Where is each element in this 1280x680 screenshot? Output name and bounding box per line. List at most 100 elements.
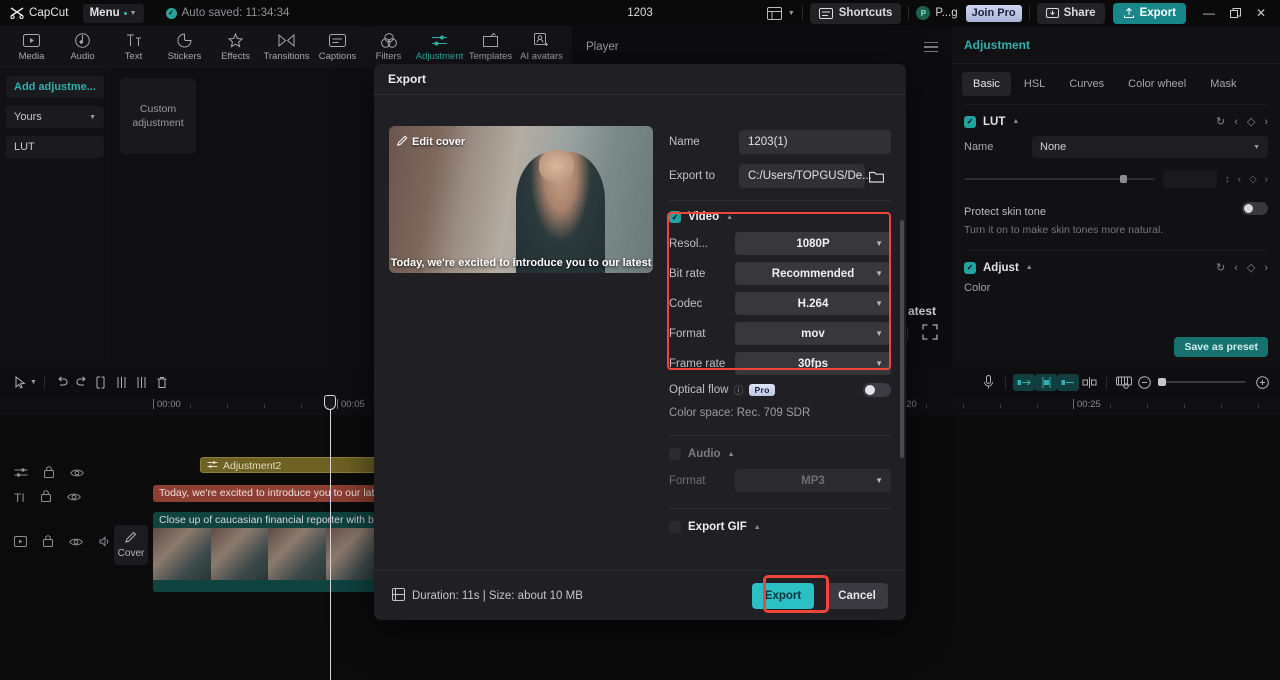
nav-item-adjustment[interactable]: Adjustment <box>414 26 465 68</box>
lut-name-select[interactable]: None ▼ <box>1032 136 1268 158</box>
lut-checkbox[interactable]: ✓ <box>964 115 976 128</box>
audio-format-select[interactable]: MP3 ▼ <box>735 469 891 492</box>
tab-basic[interactable]: Basic <box>962 72 1011 96</box>
trim-left-icon[interactable] <box>112 372 132 392</box>
zoom-in-icon[interactable] <box>1252 372 1272 392</box>
save-as-preset-button[interactable]: Save as preset <box>1174 337 1268 357</box>
audio-checkbox[interactable] <box>669 448 681 460</box>
trim-right-icon[interactable] <box>132 372 152 392</box>
menu-button[interactable]: Menu ▼ <box>82 3 144 23</box>
share-button[interactable]: Share <box>1036 2 1105 24</box>
keyframe-icon[interactable]: ◇ <box>1247 115 1255 128</box>
close-button[interactable]: ✕ <box>1248 0 1274 26</box>
zoom-out-icon[interactable] <box>1134 372 1154 392</box>
player-menu-icon[interactable] <box>924 41 938 53</box>
zoom-slider[interactable] <box>1158 378 1246 386</box>
nav-item-stickers[interactable]: Stickers <box>159 26 210 68</box>
eye-icon[interactable] <box>69 534 83 552</box>
keyframe-next-icon[interactable]: › <box>1264 116 1268 128</box>
edit-cover-button[interactable]: Edit cover <box>397 135 465 149</box>
nav-item-media[interactable]: Media <box>6 26 57 68</box>
stepper-icon[interactable]: ↕ <box>1225 174 1230 185</box>
tab-hsl[interactable]: HSL <box>1013 72 1056 96</box>
nav-item-text[interactable]: Text <box>108 26 159 68</box>
help-icon[interactable]: ⓘ <box>733 382 743 397</box>
modal-vertical-scrollbar[interactable] <box>900 220 904 458</box>
tab-curves[interactable]: Curves <box>1058 72 1115 96</box>
adjust-checkbox[interactable]: ✓ <box>964 261 976 274</box>
framerate-select[interactable]: 30fps ▼ <box>735 352 891 375</box>
video-checkbox[interactable]: ✓ <box>669 211 681 223</box>
reset-icon[interactable]: ↻ <box>1216 261 1225 274</box>
cancel-button[interactable]: Cancel <box>826 582 888 609</box>
format-select[interactable]: mov ▼ <box>735 322 891 345</box>
nav-item-audio[interactable]: Audio <box>57 26 108 68</box>
chevron-up-icon[interactable]: ▲ <box>754 524 761 531</box>
auto-cut-end-icon[interactable] <box>1057 373 1079 391</box>
cover-button[interactable]: Cover <box>114 525 148 565</box>
lock-icon[interactable] <box>44 465 54 483</box>
layout-icon[interactable] <box>762 3 788 23</box>
add-adjustment-button[interactable]: Add adjustme... <box>6 76 104 98</box>
cover-preview[interactable]: Edit cover Today, we're excited to intro… <box>389 126 653 273</box>
lock-icon[interactable] <box>43 534 53 552</box>
export-button-top[interactable]: Export <box>1112 2 1186 24</box>
keyframe-icon[interactable]: ◇ <box>1249 174 1257 185</box>
keyframe-panel-icon[interactable] <box>1114 372 1134 392</box>
split-icon[interactable] <box>92 372 112 392</box>
export-gif-checkbox[interactable] <box>669 521 681 533</box>
mirror-icon[interactable] <box>1079 372 1099 392</box>
nav-item-filters[interactable]: Filters <box>363 26 414 68</box>
chevron-up-icon[interactable]: ▲ <box>728 451 735 458</box>
nav-item-templates[interactable]: Templates <box>465 26 516 68</box>
lut-item[interactable]: LUT <box>6 136 104 158</box>
export-confirm-button[interactable]: Export <box>752 582 814 609</box>
keyframe-next-icon[interactable]: › <box>1265 174 1268 185</box>
export-to-input[interactable]: C:/Users/TOPGUS/De... <box>739 164 872 188</box>
nav-item-captions[interactable]: Captions <box>312 26 363 68</box>
keyframe-prev-icon[interactable]: ‹ <box>1238 174 1241 185</box>
nav-item-effects[interactable]: Effects <box>210 26 261 68</box>
redo-icon[interactable] <box>72 372 92 392</box>
lut-intensity-value[interactable] <box>1162 170 1217 188</box>
nav-item-transitions[interactable]: Transitions <box>261 26 312 68</box>
custom-adjustment-card[interactable]: Custom adjustment <box>120 78 196 154</box>
protect-skin-toggle[interactable] <box>1242 202 1268 215</box>
keyframe-next-icon[interactable]: › <box>1264 262 1268 274</box>
layout-chevron-icon[interactable]: ▼ <box>788 10 795 17</box>
reset-icon[interactable]: ↻ <box>1216 115 1225 128</box>
name-input[interactable]: 1203(1) <box>739 130 891 154</box>
delete-icon[interactable] <box>152 372 172 392</box>
join-pro-button[interactable]: Join Pro <box>965 4 1022 22</box>
select-tool-icon[interactable] <box>10 372 30 392</box>
chevron-up-icon[interactable]: ▲ <box>1026 264 1033 271</box>
auto-cut-start-icon[interactable] <box>1013 373 1035 391</box>
keyframe-prev-icon[interactable]: ‹ <box>1234 262 1238 274</box>
tab-mask[interactable]: Mask <box>1199 72 1247 96</box>
maximize-button[interactable] <box>1222 0 1248 26</box>
keyframe-icon[interactable]: ◇ <box>1247 261 1255 274</box>
eye-icon[interactable] <box>70 465 84 483</box>
eye-icon[interactable] <box>66 489 81 507</box>
undo-icon[interactable] <box>52 372 72 392</box>
keyframe-prev-icon[interactable]: ‹ <box>1234 116 1238 128</box>
chevron-up-icon[interactable]: ▲ <box>1012 118 1019 125</box>
fullscreen-icon[interactable] <box>922 324 938 345</box>
lut-intensity-slider[interactable] <box>964 175 1155 183</box>
account-area[interactable]: P P...g <box>916 6 958 20</box>
minimize-button[interactable]: — <box>1196 0 1222 26</box>
yours-dropdown[interactable]: Yours ▼ <box>6 106 104 128</box>
optical-flow-toggle[interactable] <box>863 382 891 397</box>
codec-select[interactable]: H.264 ▼ <box>735 292 891 315</box>
microphone-icon[interactable] <box>978 372 998 392</box>
bitrate-select[interactable]: Recommended ▼ <box>735 262 891 285</box>
lock-icon[interactable] <box>40 489 51 507</box>
folder-icon[interactable] <box>865 164 887 188</box>
chevron-up-icon[interactable]: ▲ <box>726 214 733 221</box>
tab-color-wheel[interactable]: Color wheel <box>1117 72 1197 96</box>
playhead-handle[interactable] <box>324 395 336 410</box>
shortcuts-button[interactable]: Shortcuts <box>809 2 902 24</box>
auto-cut-middle-icon[interactable] <box>1035 373 1057 391</box>
volume-icon[interactable] <box>99 534 112 552</box>
tool-chevron-icon[interactable]: ▼ <box>30 379 37 386</box>
